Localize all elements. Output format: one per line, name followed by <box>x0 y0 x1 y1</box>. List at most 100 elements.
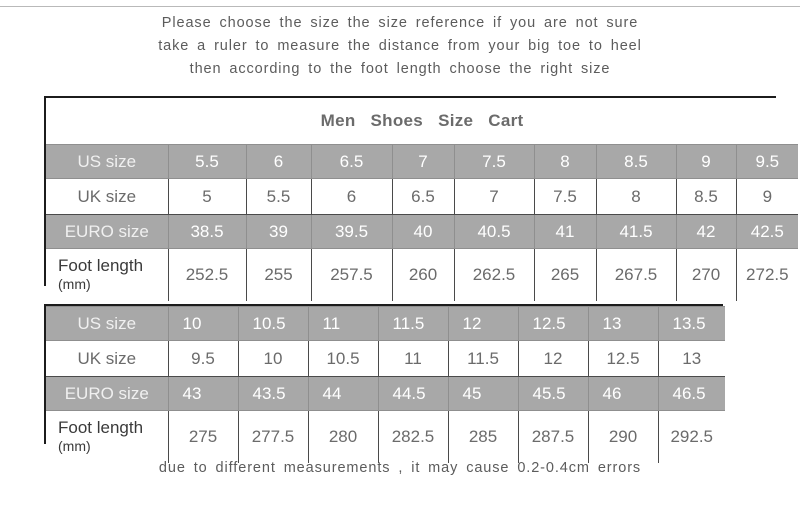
cell-value: 11.5 <box>377 306 449 341</box>
row-label-uk-size: UK size <box>46 178 169 215</box>
row-label-foot-length: Foot length (mm) <box>46 410 169 463</box>
cell-value: 10 <box>237 340 309 377</box>
cell-value: 272.5 <box>735 248 799 301</box>
cell-value: 262.5 <box>453 248 535 301</box>
table-row-us-size: US size 10 10.5 11 11.5 12 12.5 13 13.5 <box>46 306 725 341</box>
cell-value: 9.5 <box>735 144 799 179</box>
foot-length-label-line2: (mm) <box>58 276 91 292</box>
cell-value: 44.5 <box>377 376 449 411</box>
cell-value: 6.5 <box>391 178 455 215</box>
cell-value: 12 <box>447 306 519 341</box>
cell-value: 260 <box>391 248 455 301</box>
cell-value: 13.5 <box>657 306 725 341</box>
cell-value: 12.5 <box>587 340 659 377</box>
chart-title: Men Shoes Size Cart <box>46 98 799 145</box>
cell-value: 39.5 <box>310 214 393 249</box>
cell-value: 12.5 <box>517 306 589 341</box>
cell-value: 280 <box>307 410 379 463</box>
cell-value: 7 <box>391 144 455 179</box>
row-label-euro-size: EURO size <box>46 376 169 411</box>
foot-length-label-line1: Foot length <box>58 418 144 437</box>
cell-value: 9 <box>735 178 799 215</box>
cell-value: 292.5 <box>657 410 725 463</box>
cell-value: 42 <box>675 214 737 249</box>
cell-value: 13 <box>587 306 659 341</box>
cell-value: 42.5 <box>735 214 799 249</box>
cell-value: 45.5 <box>517 376 589 411</box>
table-row-uk-size: UK size 5 5.5 6 6.5 7 7.5 8 8.5 9 <box>46 178 799 215</box>
cell-value: 275 <box>167 410 239 463</box>
cell-value: 287.5 <box>517 410 589 463</box>
cell-value: 7.5 <box>533 178 597 215</box>
cell-value: 5.5 <box>167 144 247 179</box>
cell-value: 40 <box>391 214 455 249</box>
intro-instructions: Please choose the size the size referenc… <box>0 12 800 81</box>
row-label-us-size: US size <box>46 306 169 341</box>
table-row-uk-size: UK size 9.5 10 10.5 11 11.5 12 12.5 13 <box>46 340 725 377</box>
table-row-euro-size: EURO size 43 43.5 44 44.5 45 45.5 46 46.5 <box>46 376 725 411</box>
intro-line-1: Please choose the size the size referenc… <box>161 15 639 31</box>
cell-value: 12 <box>517 340 589 377</box>
cell-value: 46 <box>587 376 659 411</box>
cell-value: 8.5 <box>675 178 737 215</box>
table-row-us-size: US size 5.5 6 6.5 7 7.5 8 8.5 9 9.5 <box>46 144 799 179</box>
cell-value: 9.5 <box>167 340 239 377</box>
cell-value: 11 <box>307 306 379 341</box>
cell-value: 13 <box>657 340 725 377</box>
cell-value: 10 <box>167 306 239 341</box>
cell-value: 11 <box>377 340 449 377</box>
cell-value: 41 <box>533 214 597 249</box>
cell-value: 44 <box>307 376 379 411</box>
cell-value: 290 <box>587 410 659 463</box>
cell-value: 6 <box>245 144 312 179</box>
table-title-row: Men Shoes Size Cart <box>46 98 799 145</box>
cell-value: 11.5 <box>447 340 519 377</box>
size-table-two: US size 10 10.5 11 11.5 12 12.5 13 13.5 UK size… <box>46 306 725 463</box>
cell-value: 282.5 <box>377 410 449 463</box>
cell-value: 252.5 <box>167 248 247 301</box>
cell-value: 6 <box>310 178 393 215</box>
cell-value: 277.5 <box>237 410 309 463</box>
cell-value: 5.5 <box>245 178 312 215</box>
cell-value: 7.5 <box>453 144 535 179</box>
size-chart-table-two: US size 10 10.5 11 11.5 12 12.5 13 13.5 UK size… <box>44 304 725 463</box>
foot-length-label-line2: (mm) <box>58 438 91 454</box>
cell-value: 265 <box>533 248 597 301</box>
cell-value: 267.5 <box>595 248 677 301</box>
cell-value: 45 <box>447 376 519 411</box>
size-chart-table-one: Men Shoes Size Cart US size 5.5 6 6.5 7 7.5 8… <box>44 96 799 301</box>
intro-line-2: take a ruler to measure the distance fro… <box>158 38 642 54</box>
top-divider-rule <box>0 6 800 7</box>
cell-value: 9 <box>675 144 737 179</box>
row-label-uk-size: UK size <box>46 340 169 377</box>
table-row-euro-size: EURO size 38.5 39 39.5 40 40.5 41 41.5 42 42.5 <box>46 214 799 249</box>
cell-value: 39 <box>245 214 312 249</box>
cell-value: 38.5 <box>167 214 247 249</box>
cell-value: 8 <box>533 144 597 179</box>
foot-length-label-line1: Foot length <box>58 256 144 275</box>
footnote-text: due to different measurements , it may c… <box>158 460 642 476</box>
cell-value: 5 <box>167 178 247 215</box>
cell-value: 270 <box>675 248 737 301</box>
row-label-us-size: US size <box>46 144 169 179</box>
cell-value: 257.5 <box>310 248 393 301</box>
table-row-foot-length: Foot length (mm) 252.5 255 257.5 260 262.5 26… <box>46 248 799 301</box>
cell-value: 41.5 <box>595 214 677 249</box>
cell-value: 285 <box>447 410 519 463</box>
size-table-one: Men Shoes Size Cart US size 5.5 6 6.5 7 7.5 8… <box>46 98 799 301</box>
row-label-euro-size: EURO size <box>46 214 169 249</box>
cell-value: 6.5 <box>310 144 393 179</box>
row-label-foot-length: Foot length (mm) <box>46 248 169 301</box>
intro-line-3: then according to the foot length choose… <box>189 61 611 77</box>
cell-value: 10.5 <box>237 306 309 341</box>
cell-value: 8 <box>595 178 677 215</box>
cell-value: 43 <box>167 376 239 411</box>
cell-value: 10.5 <box>307 340 379 377</box>
cell-value: 255 <box>245 248 312 301</box>
cell-value: 40.5 <box>453 214 535 249</box>
cell-value: 7 <box>453 178 535 215</box>
cell-value: 43.5 <box>237 376 309 411</box>
cell-value: 8.5 <box>595 144 677 179</box>
table-row-foot-length: Foot length (mm) 275 277.5 280 282.5 285 287.… <box>46 410 725 463</box>
cell-value: 46.5 <box>657 376 725 411</box>
